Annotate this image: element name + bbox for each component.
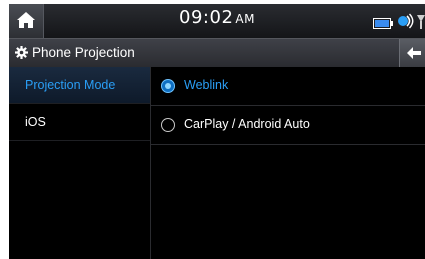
radio-unchecked-icon[interactable] [161, 118, 175, 132]
arrow-left-icon [407, 47, 421, 59]
option-carplay-android-auto[interactable]: CarPlay / Android Auto [151, 106, 425, 145]
page-title: Phone Projection [32, 45, 135, 60]
status-icons [373, 13, 425, 29]
head-unit-screen: 09:02 AM Phone Projection Projection Mod… [9, 4, 425, 259]
phone-connected-icon [397, 13, 415, 34]
sidebar-item-label: Projection Mode [25, 78, 116, 92]
clock-time: 09:02 [179, 7, 234, 28]
option-weblink[interactable]: Weblink [151, 67, 425, 106]
sidebar-item-projection-mode[interactable]: Projection Mode [9, 67, 150, 104]
gear-icon [15, 46, 28, 64]
options-list: Weblink CarPlay / Android Auto [151, 67, 425, 259]
sidebar-item-label: iOS [25, 115, 46, 129]
option-label: CarPlay / Android Auto [184, 117, 310, 131]
option-label: Weblink [184, 78, 229, 92]
title-bar: Phone Projection [9, 38, 425, 68]
clock: 09:02 AM [9, 7, 425, 28]
sidebar: Projection Mode iOS [9, 67, 151, 259]
signal-icon [417, 13, 425, 34]
status-bar: 09:02 AM [9, 4, 425, 38]
radio-checked-icon[interactable] [161, 79, 175, 93]
sidebar-item-ios[interactable]: iOS [9, 104, 150, 141]
battery-icon [373, 16, 393, 34]
clock-ampm: AM [235, 12, 255, 26]
back-button[interactable] [399, 39, 425, 67]
